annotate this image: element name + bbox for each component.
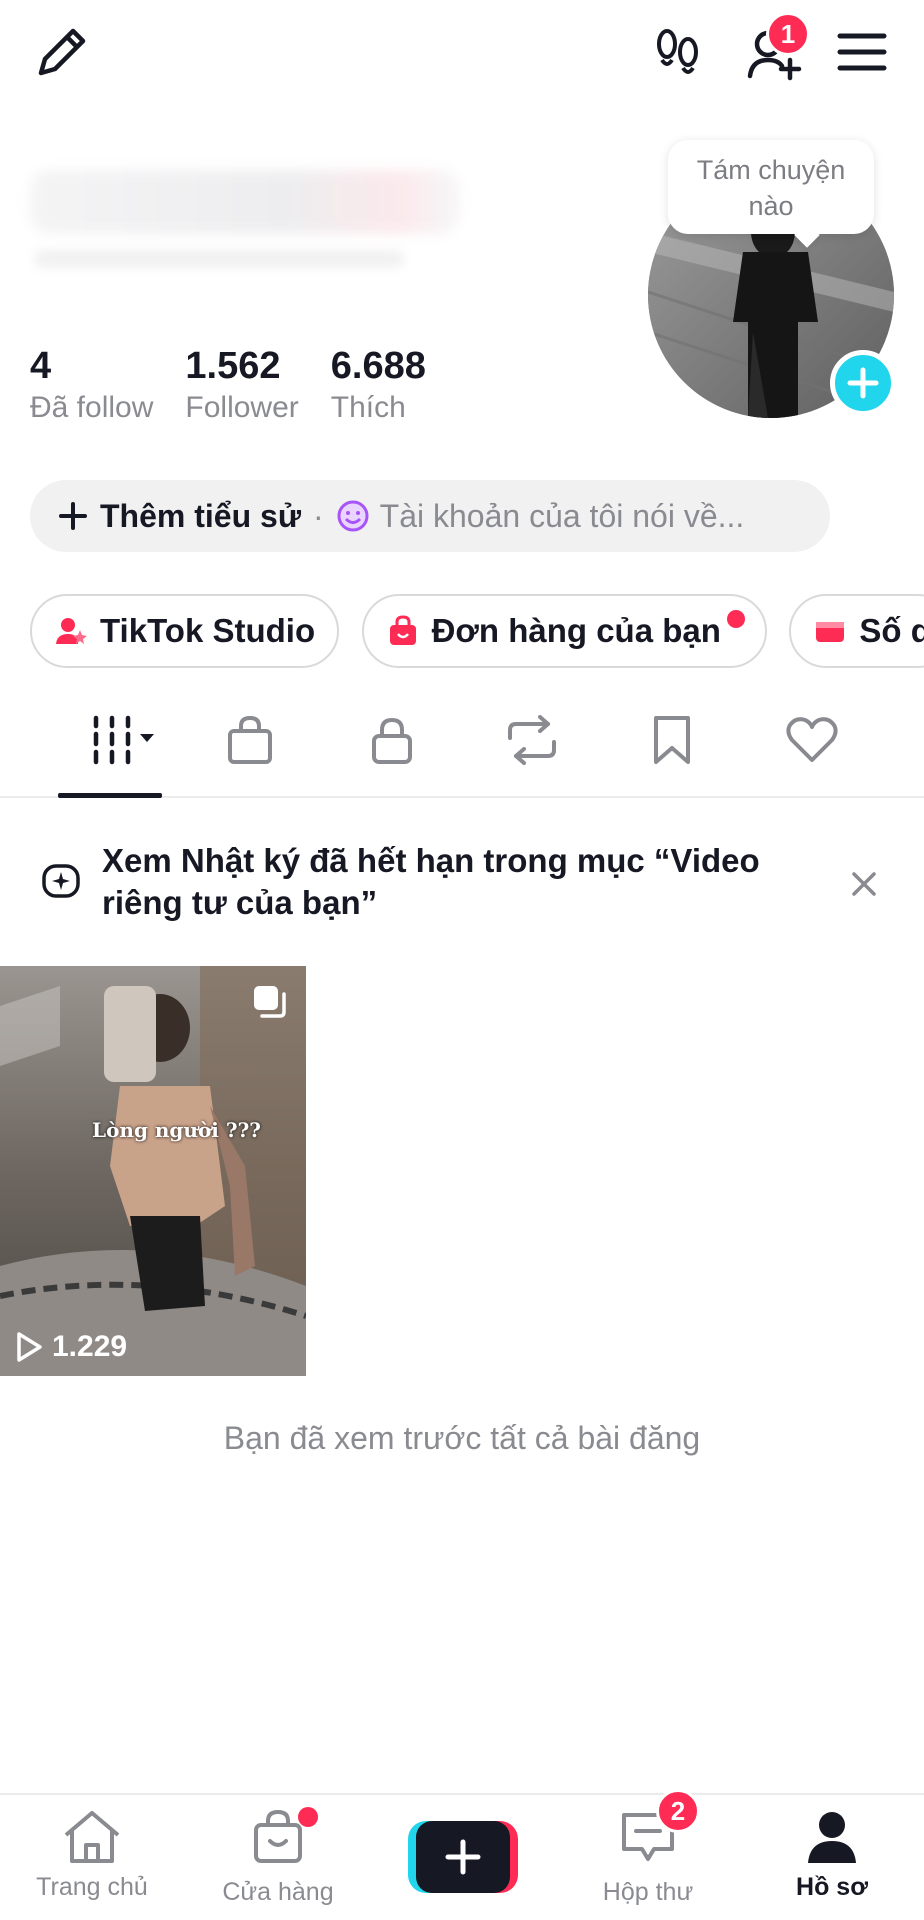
profile-name-blurred [30, 170, 460, 234]
chip-label: Số d [859, 612, 924, 649]
video-caption: Lòng người ??? [92, 1118, 262, 1142]
tab-favorites[interactable] [632, 708, 712, 772]
add-story-button[interactable] [830, 350, 896, 416]
stat-value: 4 [30, 345, 52, 387]
footprints-icon[interactable] [646, 20, 710, 84]
studio-icon [56, 618, 87, 644]
nav-label: Hồ sơ [796, 1873, 868, 1901]
nav-inbox[interactable]: 2 Hộp thư [568, 1789, 728, 1907]
profile-icon [808, 1812, 856, 1863]
plus-icon [445, 1839, 481, 1875]
sparkle-frame-icon [42, 864, 80, 898]
video-thumbnail[interactable]: Lòng người ??? 1.229 [0, 966, 306, 1376]
view-count-value: 1.229 [52, 1330, 128, 1363]
chip-label: TikTok Studio [100, 612, 316, 649]
nav-label: Trang chủ [36, 1873, 148, 1901]
create-button-face [416, 1821, 510, 1893]
smiley-icon [337, 500, 369, 532]
stat-label: Follower [185, 391, 299, 424]
status-bubble[interactable]: Tám chuyện nào [668, 140, 874, 234]
notification-badge: 1 [766, 12, 810, 56]
video-image [0, 966, 306, 1376]
stat-label: Đã follow [30, 391, 154, 424]
plus-icon [59, 502, 87, 530]
nav-label: Hộp thư [602, 1878, 694, 1906]
view-count: 1.229 [14, 1330, 127, 1364]
create-button[interactable] [408, 1821, 518, 1893]
bubble-text-line1: Tám chuyện [696, 155, 846, 185]
stat-following[interactable]: 4 Đã follow [30, 344, 153, 428]
tab-private[interactable] [352, 708, 432, 772]
top-bar: 1 [0, 0, 924, 110]
home-icon [64, 1811, 120, 1863]
stat-value: 1.562 [185, 345, 281, 387]
stat-followers[interactable]: 1.562 Follower [185, 344, 298, 428]
stat-label: Thích [330, 391, 406, 424]
add-bio-button[interactable]: Thêm tiểu sử · Tài khoản của tôi nói về.… [30, 480, 830, 552]
notice-text: Xem Nhật ký đã hết hạn trong mục “Video … [102, 842, 760, 921]
lock-icon [372, 717, 412, 764]
inbox-badge: 2 [656, 1789, 700, 1833]
unread-dot [298, 1807, 318, 1827]
profile-tabs [0, 690, 924, 798]
unread-dot [726, 610, 745, 628]
add-friend-icon[interactable]: 1 [742, 12, 810, 84]
end-of-posts-text: Bạn đã xem trước tất cả bài đăng [223, 1420, 701, 1456]
bottom-navigation: Trang chủ Cửa hàng 2 Hộp thư Hồ sơ [0, 1789, 924, 1920]
stat-likes[interactable]: 6.688 Thích [331, 344, 426, 428]
profile-stats: 4 Đã follow 1.562 Follower 6.688 Thích [30, 344, 458, 428]
stat-value: 6.688 [330, 345, 426, 387]
profile-shortcuts: TikTok Studio Đơn hàng của bạn Số d [30, 594, 924, 670]
plus-icon [847, 367, 879, 399]
shopping-bag-icon [389, 615, 416, 645]
nav-label: Cửa hàng [222, 1878, 334, 1906]
play-icon [17, 1332, 42, 1362]
chip-label: Đơn hàng của bạn [431, 612, 721, 649]
tab-liked[interactable] [772, 708, 852, 772]
expired-diary-notice[interactable]: Xem Nhật ký đã hết hạn trong mục “Video … [0, 830, 924, 940]
tab-videos[interactable] [70, 708, 170, 772]
bubble-text-line2: nào [748, 191, 794, 221]
shopping-bag-icon [228, 715, 272, 764]
add-bio-label: Thêm tiểu sử [100, 497, 301, 534]
separator: · [312, 497, 324, 534]
orders-chip[interactable]: Đơn hàng của bạn [361, 594, 767, 668]
wallet-icon [816, 622, 845, 642]
heart-icon [786, 717, 838, 762]
menu-icon[interactable] [830, 20, 894, 84]
grid-icon [93, 715, 154, 765]
nav-shop[interactable]: Cửa hàng [198, 1807, 358, 1907]
close-icon[interactable] [848, 868, 880, 900]
multi-image-icon [254, 986, 286, 1018]
tab-shop[interactable] [210, 708, 290, 772]
repost-icon [508, 715, 556, 765]
edit-pencil-icon[interactable] [30, 20, 94, 84]
profile-handle-blurred [34, 250, 404, 268]
bio-placeholder: Tài khoản của tôi nói về... [379, 497, 745, 534]
tiktok-studio-chip[interactable]: TikTok Studio [30, 594, 340, 668]
active-tab-indicator [58, 793, 162, 798]
wallet-chip[interactable]: Số d [789, 594, 924, 668]
tab-reposts[interactable] [492, 708, 572, 772]
nav-profile[interactable]: Hồ sơ [752, 1807, 912, 1902]
bookmark-icon [654, 716, 690, 764]
nav-home[interactable]: Trang chủ [12, 1807, 172, 1902]
